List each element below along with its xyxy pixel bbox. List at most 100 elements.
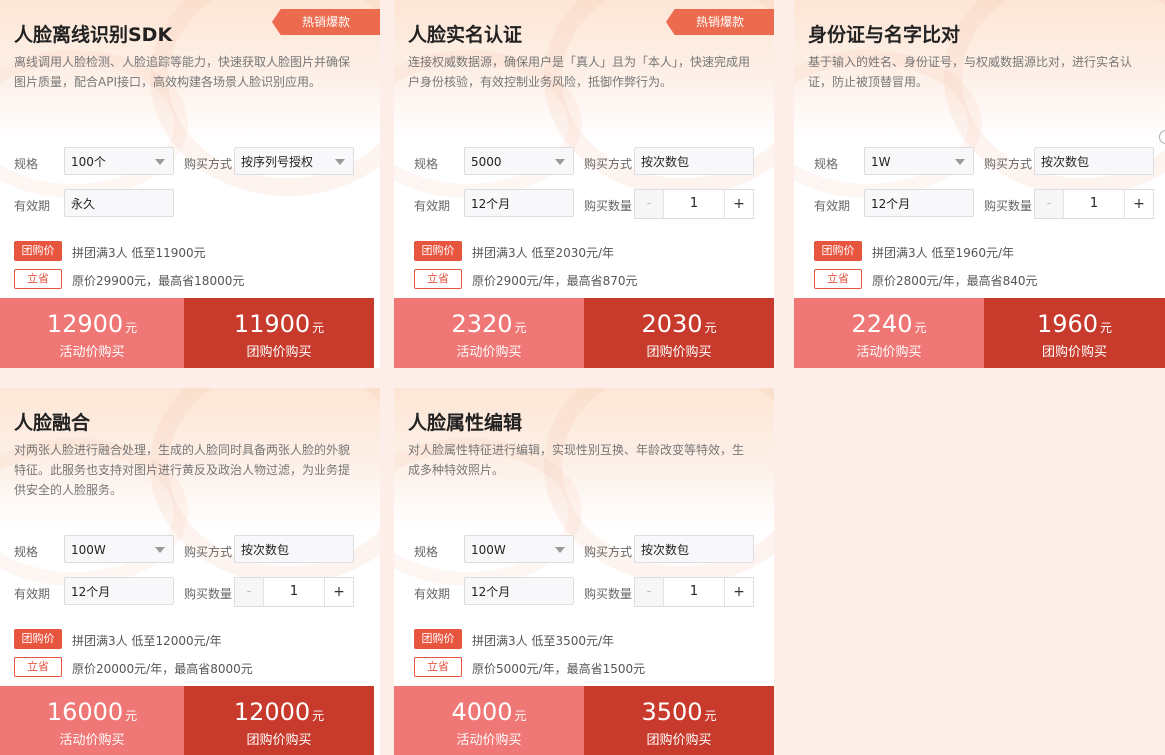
original-price-note: 原价29900元，最高省18000元 (72, 274, 245, 288)
group-buy-label: 团购价购买 (1041, 345, 1107, 360)
quantity-label: 购买数量 (584, 199, 633, 213)
spec-select[interactable]: 100个 (64, 147, 174, 175)
promo-price: 16000 (46, 698, 124, 726)
spec-select[interactable]: 100W (464, 535, 574, 563)
spec-label: 规格 (414, 157, 439, 171)
price-unit: 元 (704, 709, 717, 723)
promo-buy-label: 活动价购买 (856, 345, 922, 360)
save-tag: 立省 (14, 657, 62, 677)
group-price-tag: 团购价 (814, 241, 862, 261)
card-description: 对两张人脸进行融合处理，生成的人脸同时具备两张人脸的外貌特征。此服务也支持对图片… (14, 443, 351, 497)
product-card-offline-sdk: 热销爆款 人脸离线识别SDK 离线调用人脸检测、人脸追踪等能力，快速获取人脸图片… (0, 0, 380, 368)
promo-buy-button[interactable]: 16000 元 活动价购买 (0, 686, 184, 755)
purchase-mode-label: 购买方式 (184, 545, 233, 559)
validity-field[interactable]: 12个月 (64, 577, 174, 605)
validity-field[interactable]: 12个月 (464, 577, 574, 605)
quantity-label: 购买数量 (184, 587, 233, 601)
quantity-increment-button[interactable]: + (324, 578, 353, 606)
promo-buy-button[interactable]: 2320 元 活动价购买 (394, 298, 584, 368)
purchase-mode-field[interactable]: 按次数包 (634, 535, 754, 563)
card-title: 人脸实名认证 (408, 24, 523, 46)
spec-select[interactable]: 5000 (464, 147, 574, 175)
card-description: 基于输入的姓名、身份证号，与权威数据源比对，进行实名认证，防止被顶替冒用。 (808, 55, 1133, 89)
quantity-input[interactable]: 1 (664, 190, 724, 218)
promo-price: 4000 (451, 698, 513, 726)
quantity-decrement-button[interactable]: - (1035, 190, 1064, 218)
group-buy-button[interactable]: 1960 元 团购价购买 (984, 298, 1165, 368)
purchase-mode-field[interactable]: 按次数包 (634, 147, 754, 175)
quantity-input[interactable]: 1 (664, 578, 724, 606)
purchase-mode-field[interactable]: 按次数包 (1034, 147, 1154, 175)
quantity-label: 购买数量 (984, 199, 1033, 213)
promo-buy-label: 活动价购买 (456, 345, 522, 360)
original-price-note: 原价20000元/年，最高省8000元 (72, 662, 253, 676)
spec-label: 规格 (414, 545, 439, 559)
group-buy-label: 团购价购买 (246, 733, 312, 748)
quantity-increment-button[interactable]: + (1124, 190, 1153, 218)
hot-badge: 热销爆款 (272, 9, 380, 35)
promo-buy-button[interactable]: 2240 元 活动价购买 (794, 298, 984, 368)
spec-label: 规格 (814, 157, 839, 171)
validity-label: 有效期 (414, 587, 451, 601)
group-price-tag: 团购价 (414, 241, 462, 261)
group-price-tag: 团购价 (14, 629, 62, 649)
quantity-increment-button[interactable]: + (724, 190, 753, 218)
price-unit: 元 (312, 709, 325, 723)
quantity-decrement-button[interactable]: - (635, 190, 664, 218)
purchase-mode-field[interactable]: 按次数包 (234, 535, 354, 563)
group-price: 1960 (1036, 310, 1099, 338)
quantity-stepper: - 1 + (234, 577, 354, 607)
save-tag: 立省 (814, 269, 862, 289)
card-description: 离线调用人脸检测、人脸追踪等能力，快速获取人脸图片并确保图片质量，配合API接口… (14, 55, 351, 89)
promo-price: 12900 (46, 310, 124, 338)
group-price: 12000 (233, 698, 311, 726)
group-buy-button[interactable]: 2030 元 团购价购买 (584, 298, 774, 368)
spec-select[interactable]: 1W (864, 147, 974, 175)
validity-field[interactable]: 12个月 (864, 189, 974, 217)
group-price-tag: 团购价 (14, 241, 62, 261)
original-price-note: 原价5000元/年，最高省1500元 (472, 662, 646, 676)
original-price-note: 原价2800元/年，最高省840元 (872, 274, 1038, 288)
product-card-face-fusion: 人脸融合 对两张人脸进行融合处理，生成的人脸同时具备两张人脸的外貌特征。此服务也… (0, 388, 380, 755)
group-buy-button[interactable]: 12000 元 团购价购买 (184, 686, 374, 755)
quantity-stepper: - 1 + (634, 189, 754, 219)
validity-field[interactable]: 永久 (64, 189, 174, 217)
card-title: 人脸融合 (14, 412, 91, 434)
quantity-increment-button[interactable]: + (724, 578, 753, 606)
purchase-mode-select[interactable]: 按序列号授权 (234, 147, 354, 175)
group-buy-label: 团购价购买 (646, 733, 712, 748)
product-card-face-attribute-edit: 人脸属性编辑 对人脸属性特征进行编辑，实现性别互换、年龄改变等特效，生成多种特效… (394, 388, 774, 755)
spec-select[interactable]: 100W (64, 535, 174, 563)
quantity-stepper: - 1 + (1034, 189, 1154, 219)
group-price-note: 拼团满3人 低至1960元/年 (872, 246, 1015, 260)
group-price-note: 拼团满3人 低至11900元 (72, 246, 206, 260)
quantity-stepper: - 1 + (634, 577, 754, 607)
original-price-note: 原价2900元/年，最高省870元 (472, 274, 638, 288)
save-tag: 立省 (14, 269, 62, 289)
group-price-note: 拼团满3人 低至2030元/年 (472, 246, 615, 260)
group-buy-button[interactable]: 11900 元 团购价购买 (184, 298, 374, 368)
hot-badge: 热销爆款 (666, 9, 774, 35)
group-price-note: 拼团满3人 低至3500元/年 (472, 634, 615, 648)
price-unit: 元 (125, 709, 138, 723)
card-title: 身份证与名字比对 (808, 24, 961, 46)
promo-price: 2320 (451, 310, 513, 338)
quantity-decrement-button[interactable]: - (635, 578, 664, 606)
validity-label: 有效期 (414, 199, 451, 213)
promo-buy-label: 活动价购买 (59, 733, 125, 748)
group-price-tag: 团购价 (414, 629, 462, 649)
price-unit: 元 (514, 709, 527, 723)
group-price-note: 拼团满3人 低至12000元/年 (72, 634, 222, 648)
price-unit: 元 (704, 321, 717, 335)
quantity-input[interactable]: 1 (1064, 190, 1124, 218)
promo-buy-button[interactable]: 12900 元 活动价购买 (0, 298, 184, 368)
promo-buy-button[interactable]: 4000 元 活动价购买 (394, 686, 584, 755)
group-buy-button[interactable]: 3500 元 团购价购买 (584, 686, 774, 755)
promo-buy-label: 活动价购买 (59, 345, 125, 360)
quantity-decrement-button[interactable]: - (235, 578, 264, 606)
price-unit: 元 (514, 321, 527, 335)
purchase-mode-label: 购买方式 (584, 545, 633, 559)
card-description: 对人脸属性特征进行编辑，实现性别互换、年龄改变等特效，生成多种特效照片。 (408, 443, 745, 477)
validity-field[interactable]: 12个月 (464, 189, 574, 217)
quantity-input[interactable]: 1 (264, 578, 324, 606)
